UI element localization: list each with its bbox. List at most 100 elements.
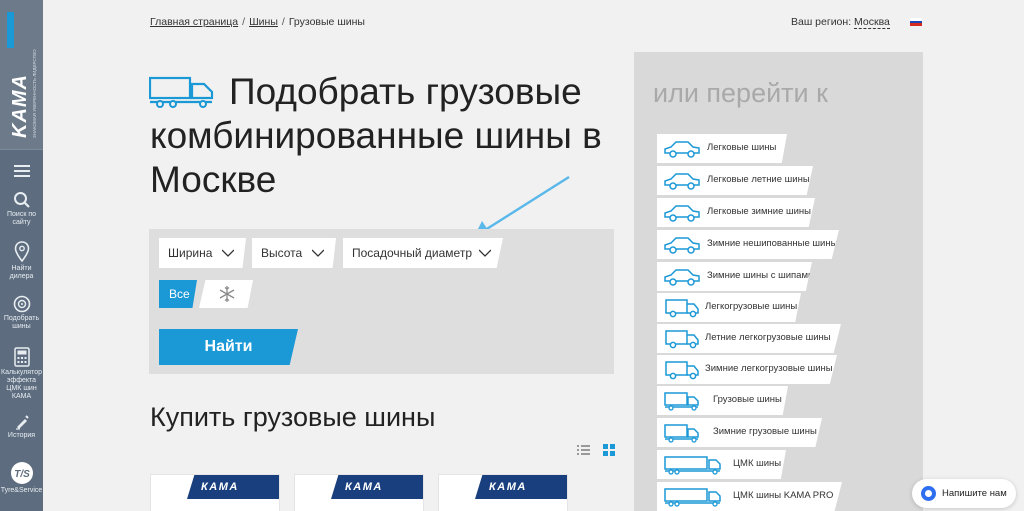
snowflake-icon [219,286,235,302]
tire-icon [13,295,30,313]
sidebar-item-history[interactable]: История [0,414,43,440]
chat-bubble-icon [921,486,936,501]
breadcrumb-separator: / [281,16,285,28]
breadcrumb-tires-link[interactable]: Шины [249,16,278,28]
category-label: Летние легкогрузовые шины [705,332,831,343]
goto-panel: или перейти к Легковые шины Легковые лет… [634,52,923,511]
category-label: Зимние грузовые шины [713,426,817,437]
category-link-truck-winter[interactable]: Зимние грузовые шины [657,418,822,447]
product-card[interactable]: КАМА [294,474,424,511]
breadcrumb: Главная страница / Шины / Грузовые шины [150,16,365,28]
svg-text:T/S: T/S [14,469,30,480]
calculator-icon [13,347,30,367]
search-icon [13,192,30,208]
chevron-down-icon [479,249,491,257]
goto-title: или перейти к [653,78,828,108]
map-pin-icon [14,241,29,263]
logo-name: KAMA [9,74,31,138]
category-link-truck[interactable]: Грузовые шины [657,386,788,415]
kama-logo: KAMA ЗНАКОМАЯ УВЕРЕННОСТЬ ЛИДЕРСТВО [7,12,37,138]
buy-section-title: Купить грузовые шины [150,402,436,432]
list-view-icon[interactable] [577,444,590,456]
van-icon [665,330,699,349]
card-brand-logo: КАМА [331,475,423,499]
history-icon [15,415,29,430]
car-icon [664,237,700,254]
category-label: Грузовые шины [713,394,782,405]
width-dropdown[interactable]: Ширина [159,238,246,268]
sidebar-item-tyre-service[interactable]: T/S Tyre&Service [0,461,43,495]
category-link-light-truck-winter[interactable]: Зимние легкогрузовые шины [657,355,837,384]
category-link-passenger-winter[interactable]: Легковые зимние шины [657,198,815,227]
truck-icon [664,392,699,411]
chevron-down-icon [222,249,234,257]
category-link-light-truck[interactable]: Легкогрузовые шины [657,293,801,322]
season-all-button[interactable]: Все [159,280,197,308]
logo-tagline: ЗНАКОМАЯ УВЕРЕННОСТЬ ЛИДЕРСТВО [32,49,37,138]
height-dropdown-label: Высота [261,246,303,260]
long-truck-icon [664,488,721,507]
chevron-down-icon [312,249,324,257]
sidebar-item-menu[interactable] [0,164,43,180]
sidebar-item-pick-tires[interactable]: Подобрать шины [0,295,43,331]
brand-logo[interactable]: KAMA ЗНАКОМАЯ УВЕРЕННОСТЬ ЛИДЕРСТВО [0,0,43,150]
car-icon [664,173,700,190]
breadcrumb-home-link[interactable]: Главная страница [150,16,238,28]
breadcrumb-current: Грузовые шины [288,16,365,28]
region-city-link[interactable]: Москва [854,16,890,29]
category-link-all-steel-pro[interactable]: ЦМК шины KAMA PRO [657,482,842,511]
van-icon [665,299,699,318]
chat-widget-button[interactable]: Напишите нам [912,479,1016,508]
sidebar-item-label: Подобрать шины [3,315,40,330]
sidebar-item-label: Tyre&Service [0,487,43,494]
category-label: Легковые шины [707,142,777,153]
season-winter-button[interactable] [199,280,253,308]
category-link-winter-studded[interactable]: Зимние шины с шипами [657,262,812,291]
category-label: Легкогрузовые шины [705,301,798,312]
category-label: ЦМК шины KAMA PRO [733,490,834,501]
chat-label: Напишите нам [942,488,1007,499]
category-link-light-truck-summer[interactable]: Летние легкогрузовые шины [657,324,841,353]
find-button[interactable]: Найти [159,329,298,365]
van-icon [665,361,699,380]
sidebar-item-label: Поиск по сайту [6,211,37,226]
region-label: Ваш регион: [791,16,852,28]
sidebar-item-dealer[interactable]: Найти дилера [0,241,43,281]
category-label: Зимние легкогрузовые шины [705,363,833,374]
sidebar-item-label: Найти дилера [9,265,34,280]
product-card[interactable]: КАМА [438,474,568,511]
category-label: ЦМК шины [733,458,782,469]
sidebar: KAMA ЗНАКОМАЯ УВЕРЕННОСТЬ ЛИДЕРСТВО Поис… [0,0,43,511]
height-dropdown[interactable]: Высота [252,238,336,268]
category-label: Легковые зимние шины [707,206,811,217]
menu-icon [13,165,30,177]
sidebar-item-label: Калькулятор эффекта ЦМК шин КАМА [1,369,42,400]
grid-view-icon[interactable] [603,444,615,456]
car-icon [664,141,700,158]
category-link-all-steel[interactable]: ЦМК шины [657,450,786,479]
sidebar-item-calculator[interactable]: Калькулятор эффекта ЦМК шин КАМА [0,347,43,401]
sidebar-item-search[interactable]: Поиск по сайту [0,191,43,227]
category-link-passenger[interactable]: Легковые шины [657,134,787,163]
category-link-winter-studless[interactable]: Зимние нешипованные шины [657,230,839,259]
category-label: Зимние нешипованные шины [707,238,838,249]
card-brand-logo: КАМА [475,475,567,499]
category-link-passenger-summer[interactable]: Легковые летние шины [657,166,813,195]
width-dropdown-label: Ширина [168,246,213,260]
breadcrumb-separator: / [242,16,246,28]
tyre-service-icon: T/S [10,462,33,484]
diameter-dropdown-label: Посадочный диаметр [352,246,472,260]
long-truck-icon [664,456,721,475]
category-label: Легковые летние шины [707,174,810,185]
diameter-dropdown[interactable]: Посадочный диаметр [343,238,503,268]
sidebar-item-label: История [7,432,36,439]
truck-icon [664,424,699,443]
language-flag-icon[interactable] [910,18,922,26]
car-icon [664,269,700,286]
product-card[interactable]: КАМА [150,474,280,511]
tire-filter-panel: Ширина Высота Посадочный диаметр Все Най… [149,229,614,374]
car-icon [664,205,700,222]
card-brand-logo: КАМА [187,475,279,499]
category-label: Зимние шины с шипами [707,270,814,281]
region-selector: Ваш регион: Москва [791,16,890,29]
